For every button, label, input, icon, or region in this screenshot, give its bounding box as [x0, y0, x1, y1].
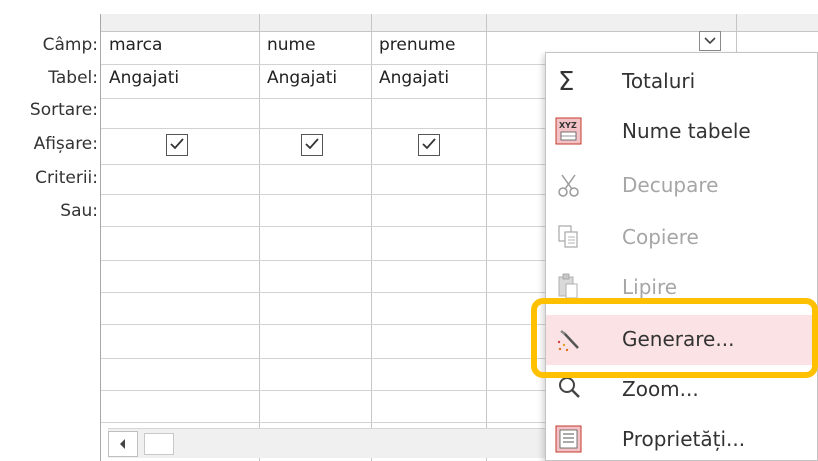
menu-item-label: Proprietăți... [622, 427, 746, 451]
svg-text:Σ: Σ [558, 67, 574, 97]
menu-item-label: Zoom... [622, 377, 699, 401]
arrow-left-icon [120, 439, 125, 449]
field-cell[interactable]: nume [267, 35, 316, 55]
field-cell[interactable]: prenume [379, 35, 455, 55]
sigma-icon: Σ [554, 65, 584, 97]
menu-item-nume-tabele[interactable]: XYZ Nume tabele [546, 107, 818, 157]
row-label-afisare: Afișare: [33, 134, 98, 154]
field-dropdown-button[interactable] [699, 31, 721, 51]
highlight-outline [531, 298, 818, 378]
menu-item-label: Decupare [622, 173, 719, 197]
horizontal-scrollbar[interactable] [108, 428, 548, 458]
row-label-criterii: Criterii: [35, 168, 98, 188]
menu-item-copiere[interactable]: Copiere [546, 213, 818, 263]
column-divider [486, 14, 487, 461]
field-cell[interactable]: marca [109, 35, 162, 55]
show-checkbox[interactable] [166, 134, 188, 156]
chevron-down-icon [704, 37, 716, 45]
scroll-thumb[interactable] [144, 433, 174, 455]
row-label-sau: Sau: [60, 201, 98, 221]
scroll-left-button[interactable] [108, 431, 138, 457]
table-cell[interactable]: Angajati [379, 68, 449, 88]
properties-icon [554, 423, 584, 455]
context-menu: Σ Totaluri XYZ Nume tabele Decupare Copi… [545, 52, 818, 461]
column-divider [259, 14, 260, 461]
scissors-icon [554, 169, 584, 201]
column-selector-strip[interactable] [101, 14, 818, 32]
menu-item-label: Lipire [622, 275, 678, 299]
menu-item-label: Totaluri [622, 69, 696, 93]
svg-text:XYZ: XYZ [559, 121, 577, 130]
menu-item-label: Nume tabele [622, 119, 751, 143]
row-label-tabel: Tabel: [48, 68, 98, 88]
copy-icon [554, 221, 584, 253]
menu-item-totaluri[interactable]: Σ Totaluri [546, 57, 818, 107]
menu-item-decupare[interactable]: Decupare [546, 161, 818, 211]
show-checkbox[interactable] [301, 134, 323, 156]
table-cell[interactable]: Angajati [267, 68, 337, 88]
checkmark-icon [305, 138, 319, 150]
menu-item-label: Copiere [622, 225, 699, 249]
column-divider [371, 14, 372, 461]
checkmark-icon [422, 138, 436, 150]
table-names-icon: XYZ [554, 115, 584, 147]
row-label-sortare: Sortare: [29, 100, 98, 120]
menu-item-proprietati[interactable]: Proprietăți... [546, 415, 818, 461]
row-label-camp: Câmp: [42, 35, 98, 55]
table-cell[interactable]: Angajati [109, 68, 179, 88]
checkmark-icon [170, 138, 184, 150]
show-checkbox[interactable] [418, 134, 440, 156]
